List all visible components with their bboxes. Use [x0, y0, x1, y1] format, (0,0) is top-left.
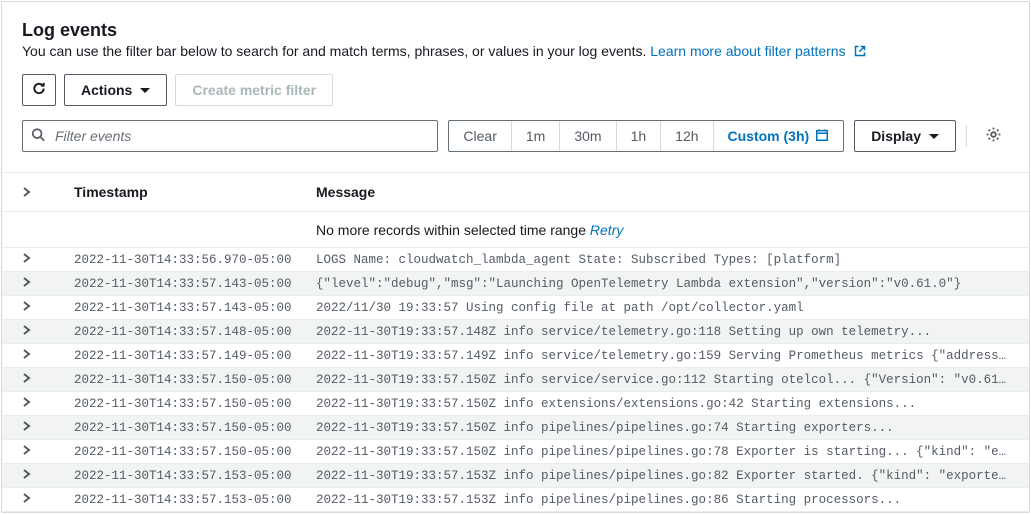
expand-toggle[interactable]: [22, 253, 52, 267]
expand-toggle[interactable]: [22, 277, 52, 291]
external-link-icon: [854, 44, 866, 60]
log-row[interactable]: 2022-11-30T14:33:57.150-05:002022-11-30T…: [2, 368, 1029, 392]
display-button[interactable]: Display: [854, 120, 956, 152]
message-cell: 2022-11-30T19:33:57.150Z info pipelines/…: [312, 421, 1009, 435]
clear-range-button[interactable]: Clear: [449, 121, 511, 151]
log-row[interactable]: 2022-11-30T14:33:57.150-05:002022-11-30T…: [2, 416, 1029, 440]
timestamp-header[interactable]: Timestamp: [52, 184, 312, 200]
log-rows: 2022-11-30T14:33:56.970-05:00LOGS Name: …: [2, 248, 1029, 512]
message-cell: 2022-11-30T19:33:57.149Z info service/te…: [312, 349, 1009, 363]
timestamp-cell: 2022-11-30T14:33:57.150-05:00: [52, 421, 312, 435]
timestamp-cell: 2022-11-30T14:33:57.150-05:00: [52, 373, 312, 387]
log-row[interactable]: 2022-11-30T14:33:57.143-05:00{"level":"d…: [2, 272, 1029, 296]
timestamp-cell: 2022-11-30T14:33:57.148-05:00: [52, 325, 312, 339]
log-row[interactable]: 2022-11-30T14:33:56.970-05:00LOGS Name: …: [2, 248, 1029, 272]
chevron-right-icon: [22, 325, 32, 339]
expand-toggle[interactable]: [22, 373, 52, 387]
chevron-right-icon: [22, 301, 32, 315]
actions-button[interactable]: Actions: [64, 74, 167, 106]
expand-toggle[interactable]: [22, 397, 52, 411]
filter-events-input[interactable]: [22, 120, 438, 152]
timestamp-cell: 2022-11-30T14:33:57.143-05:00: [52, 301, 312, 315]
range-12h[interactable]: 12h: [661, 121, 713, 151]
chevron-right-icon: [22, 184, 32, 200]
chevron-right-icon: [22, 421, 32, 435]
log-events-panel: Log events You can use the filter bar be…: [1, 1, 1030, 513]
message-cell: 2022-11-30T19:33:57.153Z info pipelines/…: [312, 469, 1009, 483]
refresh-button[interactable]: [22, 74, 56, 106]
expand-column: [22, 184, 52, 200]
expand-toggle[interactable]: [22, 469, 52, 483]
expand-toggle[interactable]: [22, 445, 52, 459]
chevron-right-icon: [22, 277, 32, 291]
log-row[interactable]: 2022-11-30T14:33:57.150-05:002022-11-30T…: [2, 392, 1029, 416]
create-metric-filter-label: Create metric filter: [192, 82, 316, 98]
chevron-right-icon: [22, 397, 32, 411]
refresh-icon: [31, 81, 47, 99]
expand-toggle[interactable]: [22, 349, 52, 363]
log-row[interactable]: 2022-11-30T14:33:57.148-05:002022-11-30T…: [2, 320, 1029, 344]
actions-label: Actions: [81, 82, 132, 98]
search-wrap: [22, 120, 438, 152]
message-cell: 2022-11-30T19:33:57.150Z info extensions…: [312, 397, 1009, 411]
range-1m[interactable]: 1m: [512, 121, 560, 151]
toolbar: Actions Create metric filter: [22, 74, 1009, 106]
message-cell: 2022-11-30T19:33:57.150Z info pipelines/…: [312, 445, 1009, 459]
divider: [966, 125, 967, 147]
timestamp-cell: 2022-11-30T14:33:57.150-05:00: [52, 397, 312, 411]
learn-more-label: Learn more about filter patterns: [650, 43, 845, 59]
settings-button[interactable]: [977, 120, 1009, 152]
chevron-right-icon: [22, 349, 32, 363]
message-cell: 2022-11-30T19:33:57.150Z info service/se…: [312, 373, 1009, 387]
gear-icon: [985, 126, 1002, 146]
filter-row: Clear 1m 30m 1h 12h Custom (3h) Display: [22, 120, 1009, 152]
message-cell: 2022/11/30 19:33:57 Using config file at…: [312, 301, 1009, 315]
chevron-down-icon: [140, 88, 150, 93]
chevron-right-icon: [22, 445, 32, 459]
chevron-right-icon: [22, 253, 32, 267]
retry-link[interactable]: Retry: [590, 222, 623, 238]
message-cell: 2022-11-30T19:33:57.153Z info pipelines/…: [312, 493, 1009, 507]
timestamp-cell: 2022-11-30T14:33:57.143-05:00: [52, 277, 312, 291]
chevron-down-icon: [929, 134, 939, 139]
message-cell: LOGS Name: cloudwatch_lambda_agent State…: [312, 253, 1009, 267]
timestamp-cell: 2022-11-30T14:33:57.153-05:00: [52, 493, 312, 507]
message-cell: {"level":"debug","msg":"Launching OpenTe…: [312, 277, 1009, 291]
expand-toggle[interactable]: [22, 421, 52, 435]
log-row[interactable]: 2022-11-30T14:33:57.143-05:002022/11/30 …: [2, 296, 1029, 320]
range-custom[interactable]: Custom (3h): [714, 121, 844, 151]
display-label: Display: [871, 128, 921, 144]
info-row: No more records within selected time ran…: [2, 212, 1029, 248]
timestamp-cell: 2022-11-30T14:33:57.149-05:00: [52, 349, 312, 363]
page-description: You can use the filter bar below to sear…: [22, 43, 1009, 60]
description-text: You can use the filter bar below to sear…: [22, 43, 650, 59]
chevron-right-icon: [22, 493, 32, 507]
custom-range-label: Custom (3h): [728, 128, 810, 144]
range-30m[interactable]: 30m: [560, 121, 616, 151]
learn-more-link[interactable]: Learn more about filter patterns: [650, 43, 865, 59]
log-row[interactable]: 2022-11-30T14:33:57.149-05:002022-11-30T…: [2, 344, 1029, 368]
table-header: Timestamp Message: [2, 172, 1029, 212]
timestamp-cell: 2022-11-30T14:33:57.153-05:00: [52, 469, 312, 483]
log-row[interactable]: 2022-11-30T14:33:57.150-05:002022-11-30T…: [2, 440, 1029, 464]
range-1h[interactable]: 1h: [617, 121, 662, 151]
message-header[interactable]: Message: [312, 184, 1009, 200]
timestamp-cell: 2022-11-30T14:33:57.150-05:00: [52, 445, 312, 459]
expand-toggle[interactable]: [22, 493, 52, 507]
log-row[interactable]: 2022-11-30T14:33:57.153-05:002022-11-30T…: [2, 464, 1029, 488]
search-icon: [31, 128, 45, 145]
page-title: Log events: [22, 20, 1009, 41]
message-cell: 2022-11-30T19:33:57.148Z info service/te…: [312, 325, 1009, 339]
log-row[interactable]: 2022-11-30T14:33:57.153-05:002022-11-30T…: [2, 488, 1029, 512]
create-metric-filter-button[interactable]: Create metric filter: [175, 74, 333, 106]
expand-toggle[interactable]: [22, 301, 52, 315]
timestamp-cell: 2022-11-30T14:33:56.970-05:00: [52, 253, 312, 267]
chevron-right-icon: [22, 373, 32, 387]
expand-toggle[interactable]: [22, 325, 52, 339]
calendar-icon: [815, 128, 829, 145]
time-range-segmented: Clear 1m 30m 1h 12h Custom (3h): [448, 120, 844, 152]
chevron-right-icon: [22, 469, 32, 483]
no-more-records-text: No more records within selected time ran…: [316, 222, 590, 238]
